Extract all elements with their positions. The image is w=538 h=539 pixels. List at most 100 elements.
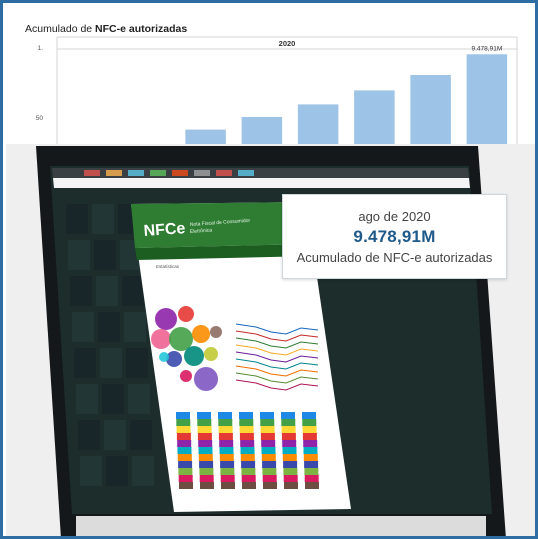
background-tile [98, 312, 120, 342]
stacked-bar-segment [176, 426, 191, 433]
stacked-bar-segment [240, 440, 255, 447]
browser-tab [84, 170, 100, 176]
background-tile [72, 312, 94, 342]
bar-data-label: 9.478,91M [472, 45, 503, 52]
stacked-bar-segment [241, 475, 256, 482]
background-tile [94, 240, 116, 270]
stacked-bar-segment [261, 454, 276, 461]
bubble [192, 325, 210, 343]
stacked-bar-segment [263, 482, 277, 489]
stacked-bar-segment [177, 447, 192, 454]
stacked-bar-segment [260, 426, 275, 433]
stacked-bar-segment [179, 482, 193, 489]
bubble [204, 347, 218, 361]
stacked-bar-segment [282, 440, 297, 447]
stacked-bar-segment [281, 426, 296, 433]
stacked-bar-segment [198, 447, 213, 454]
tooltip-value: 9.478,91M [353, 227, 436, 246]
stacked-bar-segment [305, 482, 319, 489]
stacked-bar-segment [239, 419, 254, 426]
background-tile [102, 384, 124, 414]
stacked-bar-segment [282, 447, 297, 454]
tooltip-label: Acumulado de NFC-e autorizadas [296, 250, 493, 265]
browser-tab [172, 170, 188, 176]
stacked-bar-segment [176, 419, 191, 426]
background-tile [74, 348, 96, 378]
browser-tab [194, 170, 210, 176]
stacked-bar-segment [260, 419, 275, 426]
bar [410, 75, 451, 147]
stacked-bar-segment [218, 419, 233, 426]
background-tile [106, 456, 128, 486]
stacked-bar-segment [219, 440, 234, 447]
monitor-base [76, 516, 486, 536]
stacked-bar-segment [282, 454, 297, 461]
background-tile [124, 312, 146, 342]
bar-chart: 20201.501.364,14M9.478,91M [36, 36, 518, 147]
background-tile [78, 420, 100, 450]
panel-header-label: 2020 [279, 39, 296, 48]
background-tile [80, 456, 102, 486]
stacked-bar-segment [218, 426, 233, 433]
stacked-bar-segment [281, 419, 296, 426]
background-tile [96, 276, 118, 306]
chart-tooltip: ago de 2020 9.478,91M Acumulado de NFC-e… [282, 194, 507, 279]
cumulative-chart-card: Acumulado de NFC-e autorizadas 20201.501… [17, 17, 533, 147]
bubble [178, 306, 194, 322]
dashboard-frame: Acumulado de NFC-e autorizadas 20201.501… [0, 0, 538, 539]
stacked-bar-segment [198, 454, 213, 461]
stacked-bar-segment [261, 440, 276, 447]
stacked-bar-segment [302, 426, 317, 433]
browser-tab [106, 170, 122, 176]
stacked-bar-segment [260, 412, 274, 419]
bubble [159, 352, 169, 362]
bubble [184, 346, 204, 366]
browser-tab [216, 170, 232, 176]
bar [241, 117, 283, 147]
stacked-bar-segment [239, 433, 254, 440]
stacked-bar-segment [177, 440, 192, 447]
stacked-bar-segment [199, 461, 214, 468]
bubble [180, 370, 192, 382]
stacked-bar-segment [262, 461, 277, 468]
stacked-bar-segment [219, 454, 234, 461]
stacked-bar-segment [242, 482, 256, 489]
stacked-bar-segment [302, 412, 316, 419]
background-tile [68, 240, 90, 270]
stacked-bar-segment [239, 412, 253, 419]
stacked-bar-segment [218, 412, 232, 419]
y-tick-label: 1. [38, 45, 44, 52]
stacked-bar-segment [220, 475, 235, 482]
stacked-bar-segment [177, 454, 192, 461]
stacked-bar-segment [176, 412, 190, 419]
stacked-bar-segment [303, 447, 318, 454]
tooltip-date: ago de 2020 [358, 209, 431, 224]
stacked-bar-segment [283, 468, 298, 475]
stacked-bar-segment [261, 447, 276, 454]
stacked-bar-segment [304, 475, 319, 482]
stacked-bar-segment [283, 461, 298, 468]
bar [466, 54, 508, 147]
bar [354, 90, 395, 147]
stacked-bar-segment [197, 426, 212, 433]
stacked-bar-segment [303, 440, 318, 447]
background-tile [70, 276, 92, 306]
background-tile [132, 456, 154, 486]
stacked-bar-segment [239, 426, 254, 433]
stacked-bar-segment [302, 433, 317, 440]
browser-tab [128, 170, 144, 176]
background-tile [76, 384, 98, 414]
nfce-logo: NFCe [143, 220, 186, 240]
stacked-bar-segment [178, 468, 193, 475]
stacked-bar-segment [198, 440, 213, 447]
bubble [210, 326, 222, 338]
bubble [151, 329, 171, 349]
stacked-bar-segment [241, 468, 256, 475]
background-tile [126, 348, 148, 378]
background-tile [130, 420, 152, 450]
bubble [194, 367, 218, 391]
stacked-bar-segment [262, 468, 277, 475]
browser-address-bar [53, 178, 470, 188]
stacked-bar-segment [220, 461, 235, 468]
stacked-bar-segment [240, 447, 255, 454]
